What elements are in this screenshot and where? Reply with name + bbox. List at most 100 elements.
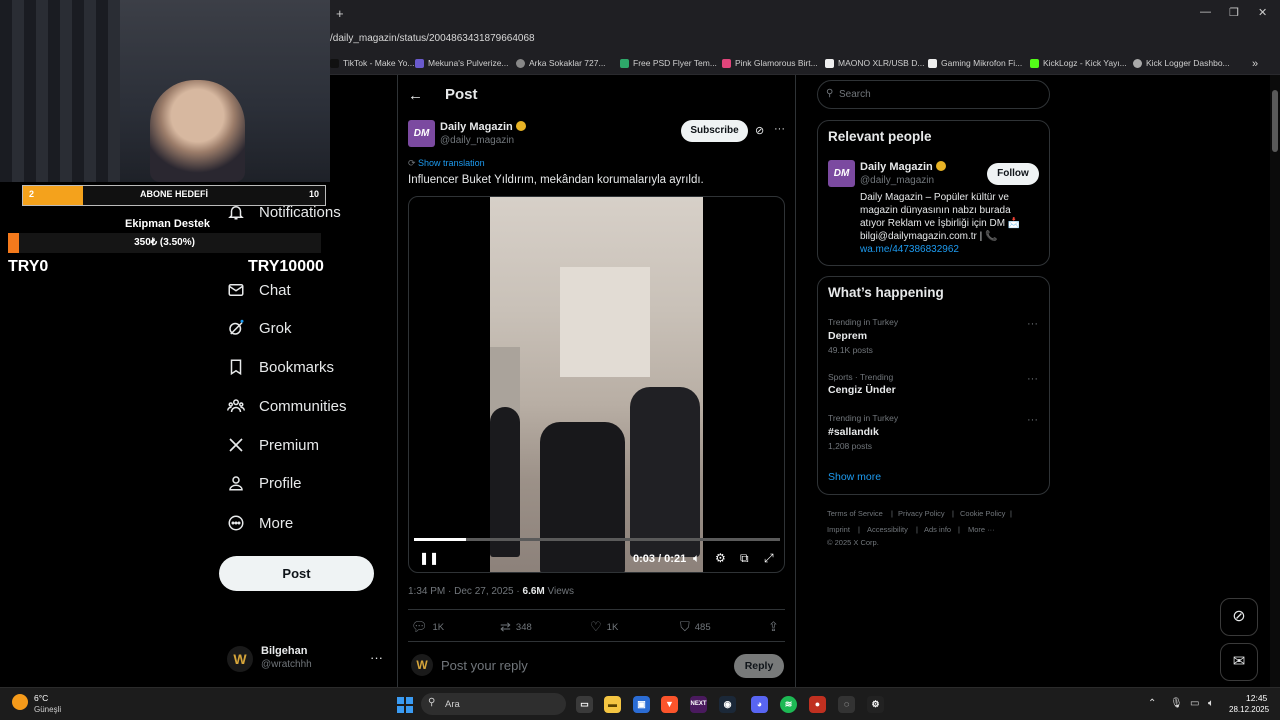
reply-input[interactable]: Post your reply bbox=[441, 658, 528, 673]
relevant-avatar[interactable]: DM bbox=[828, 160, 855, 187]
author-handle[interactable]: @daily_magazin bbox=[440, 135, 514, 146]
nav-item-profile[interactable]: Profile bbox=[227, 474, 302, 492]
author-name[interactable]: Daily Magazin bbox=[440, 121, 526, 133]
close-icon[interactable]: ✕ bbox=[1258, 6, 1267, 19]
footer-link[interactable]: Imprint bbox=[827, 525, 850, 534]
pause-icon[interactable]: ❚❚ bbox=[419, 551, 439, 565]
relevant-name[interactable]: Daily Magazin bbox=[860, 161, 946, 173]
tray-overflow-icon[interactable]: ⌃ bbox=[1148, 698, 1156, 709]
trend-name[interactable]: Deprem bbox=[828, 330, 867, 342]
footer-link[interactable]: Privacy Policy bbox=[898, 509, 945, 518]
like-action[interactable]: ♡ 1K bbox=[590, 619, 618, 635]
grok-icon[interactable]: ⊘ bbox=[1220, 598, 1258, 636]
author-avatar[interactable]: DM bbox=[408, 120, 435, 147]
trend-name[interactable]: Cengiz Ünder bbox=[828, 384, 896, 396]
microphone-icon[interactable]: 🎙︎ bbox=[1170, 698, 1183, 709]
footer-link[interactable]: Accessibility bbox=[867, 525, 908, 534]
picture-in-picture-icon[interactable]: ⧉ bbox=[740, 551, 749, 566]
nav-item-bookmarks[interactable]: Bookmarks bbox=[227, 358, 334, 376]
trend-more-button[interactable]: ··· bbox=[1027, 414, 1038, 426]
scrollbar[interactable] bbox=[1270, 75, 1280, 687]
clock-date[interactable]: 28.12.2025 bbox=[1229, 705, 1269, 714]
account-name[interactable]: Bilgehan bbox=[261, 645, 307, 657]
back-arrow-icon[interactable]: ← bbox=[408, 87, 423, 104]
bookmark-action[interactable]: ⛉ 485 bbox=[680, 619, 711, 635]
bookmark-item[interactable]: KickLogz - Kick Yayı... bbox=[1030, 58, 1127, 68]
file-explorer-icon[interactable]: ▬ bbox=[604, 696, 621, 713]
new-tab-button[interactable]: + bbox=[336, 6, 344, 21]
scrollbar-thumb[interactable] bbox=[1272, 90, 1278, 152]
subscribe-button[interactable]: Subscribe bbox=[681, 120, 748, 142]
grok-icon[interactable]: ⊘ bbox=[755, 124, 764, 137]
footer-link[interactable]: Ads info bbox=[924, 525, 951, 534]
settings-icon[interactable]: ⚙ bbox=[715, 551, 726, 565]
avatar[interactable]: W bbox=[227, 646, 253, 672]
trend-more-button[interactable]: ··· bbox=[1027, 318, 1038, 330]
display-icon[interactable]: ▭ bbox=[1190, 698, 1199, 709]
share-action[interactable]: ⇪ bbox=[768, 619, 779, 635]
follow-button[interactable]: Follow bbox=[987, 163, 1039, 185]
video-player[interactable]: ❚❚ 0:03 / 0:21 🔈︎ ⚙ ⧉ ⤢ bbox=[408, 196, 785, 573]
app-icon[interactable]: ◌ bbox=[838, 696, 855, 713]
app-icon[interactable]: NEXT bbox=[690, 696, 707, 713]
messages-icon[interactable]: ✉ bbox=[1220, 643, 1258, 681]
trend-more-button[interactable]: ··· bbox=[1027, 373, 1038, 385]
repost-action[interactable]: ⇄ 348 bbox=[500, 619, 532, 635]
show-translation-link[interactable]: ⟳ Show translation bbox=[408, 158, 485, 169]
reply-action[interactable]: 💬︎ 1K bbox=[411, 619, 444, 635]
app-icon[interactable]: ● bbox=[809, 696, 826, 713]
store-icon[interactable]: ▣ bbox=[633, 696, 650, 713]
nav-item-grok[interactable]: Grok bbox=[227, 319, 292, 337]
bookmark-item[interactable]: Gaming Mikrofon Fi... bbox=[928, 58, 1022, 68]
post-more-button[interactable]: ··· bbox=[774, 123, 785, 135]
bio-link[interactable]: wa.me/447386832962 bbox=[860, 243, 1030, 256]
bookmark-item[interactable]: Mekuna's Pulverize... bbox=[415, 58, 509, 68]
weather-icon[interactable] bbox=[12, 694, 28, 710]
bookmark-icon bbox=[230, 359, 242, 376]
nav-item-premium[interactable]: Premium bbox=[227, 436, 319, 454]
footer-link[interactable]: More ··· bbox=[968, 525, 995, 534]
minimize-icon[interactable]: — bbox=[1200, 6, 1211, 18]
trend-category: Sports · Trending bbox=[828, 372, 894, 382]
settings-icon[interactable]: ⚙ bbox=[867, 696, 884, 713]
spotify-icon[interactable]: ≋ bbox=[780, 696, 797, 713]
video-progress-bar[interactable] bbox=[414, 538, 780, 541]
discord-icon[interactable]: ◕ bbox=[751, 696, 768, 713]
reply-button[interactable]: Reply bbox=[734, 654, 784, 678]
account-handle[interactable]: @wratchhh bbox=[261, 659, 312, 670]
nav-item-communities[interactable]: Communities bbox=[227, 397, 347, 415]
steam-icon[interactable]: ◉ bbox=[719, 696, 736, 713]
footer-separator: | bbox=[891, 509, 893, 518]
relevant-handle[interactable]: @daily_magazin bbox=[860, 175, 934, 186]
trend-count: 1,208 posts bbox=[828, 441, 872, 451]
bookmark-item[interactable]: Free PSD Flyer Tem... bbox=[620, 58, 717, 68]
clock-time[interactable]: 12:45 bbox=[1246, 693, 1267, 703]
brave-browser-icon[interactable]: ▼ bbox=[661, 696, 678, 713]
bookmark-item[interactable]: Pink Glamorous Birt... bbox=[722, 58, 818, 68]
trend-name[interactable]: #sallandık bbox=[828, 426, 879, 438]
nav-item-chat[interactable]: Chat bbox=[227, 281, 291, 299]
bookmarks-overflow-button[interactable]: » bbox=[1252, 58, 1258, 70]
task-view-icon[interactable]: ▭ bbox=[576, 696, 593, 713]
nav-item-more[interactable]: More bbox=[227, 514, 293, 532]
search-placeholder[interactable]: Search bbox=[839, 89, 871, 100]
taskbar-search[interactable] bbox=[421, 693, 566, 715]
account-menu-button[interactable]: ··· bbox=[370, 650, 383, 665]
weather-temp[interactable]: 6°C bbox=[34, 693, 48, 703]
volume-icon[interactable]: 🔈︎ bbox=[693, 551, 700, 566]
footer-link[interactable]: Cookie Policy bbox=[960, 509, 1005, 518]
footer-link[interactable]: Terms of Service bbox=[827, 509, 883, 518]
bookmark-item[interactable]: MAONO XLR/USB D... bbox=[825, 58, 924, 68]
show-more-link[interactable]: Show more bbox=[828, 471, 881, 483]
bookmark-item[interactable]: Kick Logger Dashbo... bbox=[1133, 58, 1230, 68]
compose-post-button[interactable]: Post bbox=[219, 556, 374, 591]
bookmark-item[interactable]: TikTok - Make Yo... bbox=[330, 58, 415, 68]
maximize-icon[interactable]: ❐ bbox=[1229, 6, 1239, 19]
fullscreen-icon[interactable]: ⤢ bbox=[764, 551, 774, 566]
url-text[interactable]: /daily_magazin/status/200486343187966406… bbox=[330, 33, 535, 44]
bookmark-item[interactable]: Arka Sokaklar 727... bbox=[516, 58, 606, 68]
volume-icon[interactable]: 🔈︎ bbox=[1208, 698, 1214, 709]
weather-desc[interactable]: Güneşli bbox=[34, 705, 61, 714]
windows-start-icon[interactable] bbox=[397, 697, 413, 713]
taskbar-search-placeholder[interactable]: Ara bbox=[445, 699, 460, 710]
